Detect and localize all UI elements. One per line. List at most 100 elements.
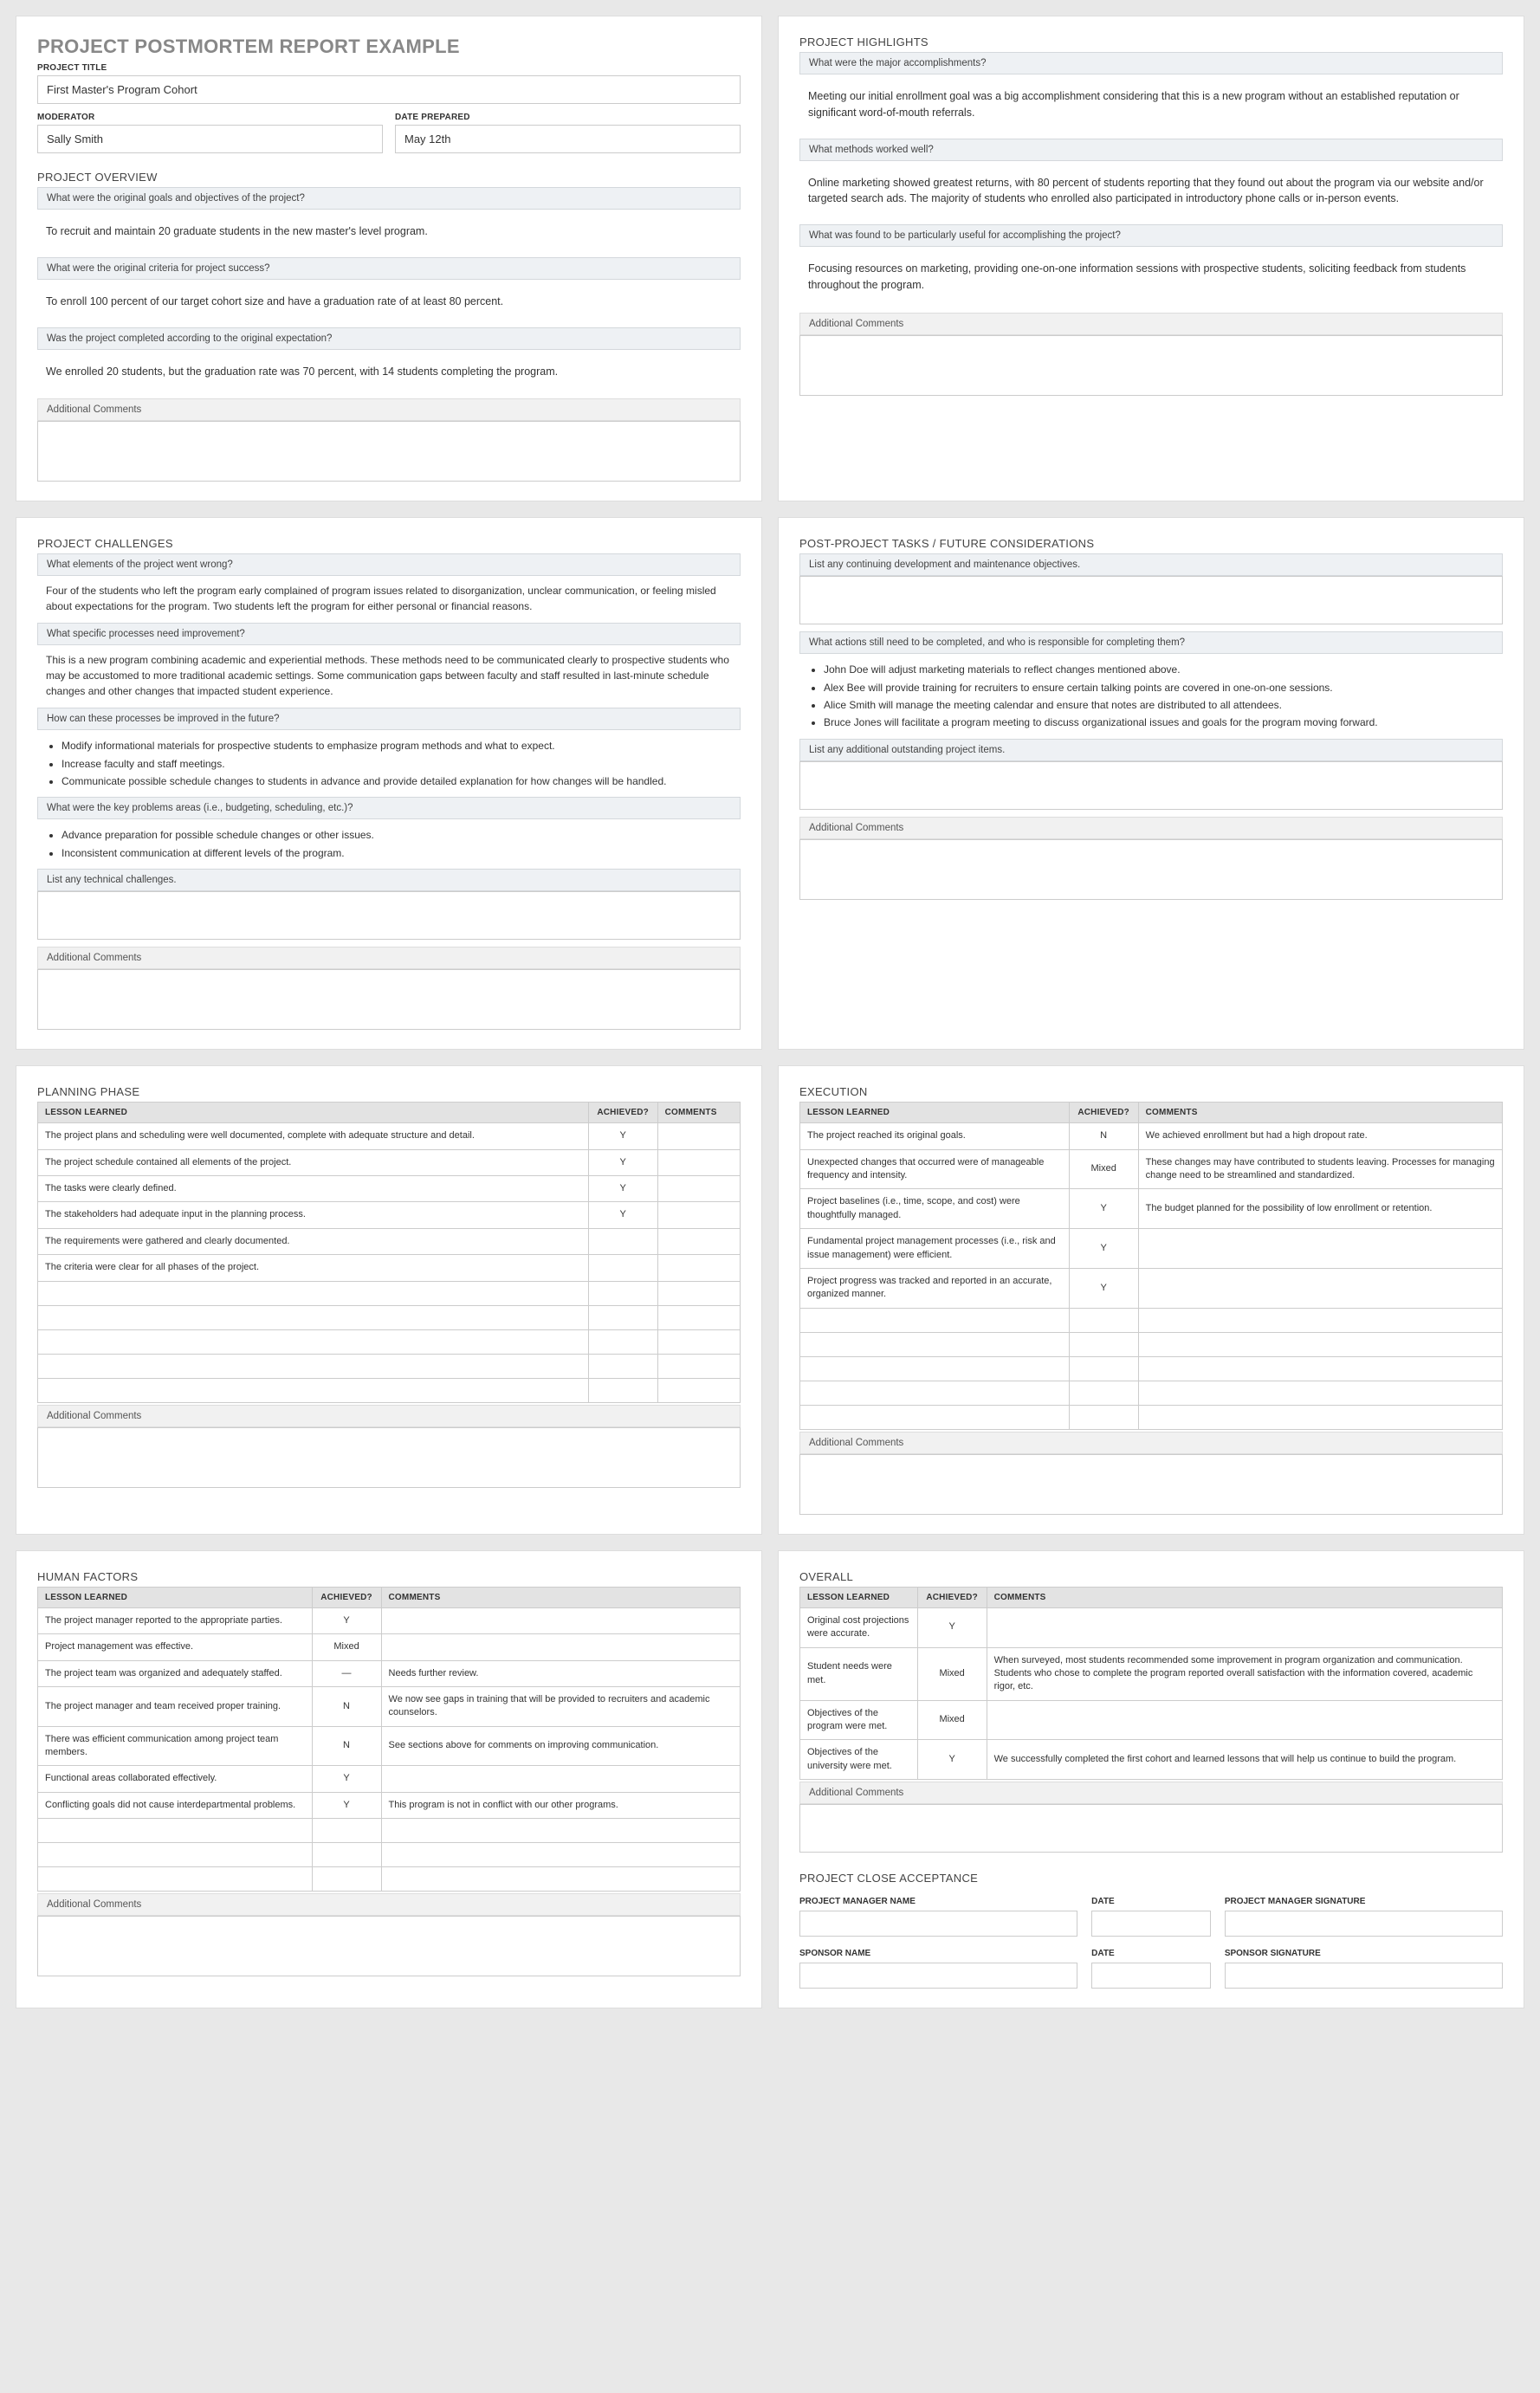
table-cell [657, 1228, 740, 1254]
table-cell [800, 1308, 1070, 1332]
card-overall: OVERALL LESSON LEARNED ACHIEVED? COMMENT… [778, 1550, 1524, 2009]
th-achieved: ACHIEVED? [312, 1587, 381, 1607]
sp-name-input[interactable] [799, 1963, 1077, 1989]
table-cell: Y [1069, 1189, 1138, 1229]
table-cell: The project plans and scheduling were we… [38, 1123, 589, 1149]
project-title-label: PROJECT TITLE [37, 63, 741, 73]
date-label: DATE PREPARED [395, 113, 741, 122]
table-row-empty [800, 1405, 1503, 1429]
table-cell [1138, 1308, 1502, 1332]
table-row: Fundamental project management processes… [800, 1229, 1503, 1269]
challenges-heading: PROJECT CHALLENGES [37, 537, 741, 550]
challenges-addl-box[interactable] [37, 969, 741, 1030]
table-row-empty [38, 1378, 741, 1402]
table-row: The project manager and team received pr… [38, 1686, 741, 1726]
planning-addl-box[interactable] [37, 1427, 741, 1488]
table-cell [657, 1255, 740, 1281]
overview-q2: What were the original criteria for proj… [37, 257, 741, 280]
overview-addl-box[interactable] [37, 421, 741, 482]
table-cell: Y [588, 1123, 657, 1149]
table-cell [1138, 1229, 1502, 1269]
table-cell: Mixed [1069, 1149, 1138, 1189]
table-cell: The project team was organized and adequ… [38, 1660, 313, 1686]
execution-addl-box[interactable] [799, 1454, 1503, 1515]
table-cell: Y [588, 1175, 657, 1201]
highlights-q3: What was found to be particularly useful… [799, 224, 1503, 247]
challenges-q5: List any technical challenges. [37, 869, 741, 891]
sp-sig-input[interactable] [1225, 1963, 1503, 1989]
table-cell [1069, 1308, 1138, 1332]
overview-addl-label: Additional Comments [37, 398, 741, 421]
th-achieved: ACHIEVED? [917, 1587, 987, 1607]
th-comments: COMMENTS [987, 1587, 1502, 1607]
table-row-empty [800, 1308, 1503, 1332]
table-row-empty [38, 1354, 741, 1378]
date-input[interactable]: May 12th [395, 125, 741, 153]
post-addl-box[interactable] [799, 839, 1503, 900]
table-cell [1138, 1356, 1502, 1381]
th-achieved: ACHIEVED? [588, 1103, 657, 1123]
execution-heading: EXECUTION [799, 1085, 1503, 1098]
card-execution: EXECUTION LESSON LEARNED ACHIEVED? COMME… [778, 1065, 1524, 1535]
highlights-q2: What methods worked well? [799, 139, 1503, 161]
post-q1: List any continuing development and main… [799, 553, 1503, 576]
pm-date-input[interactable] [1091, 1911, 1211, 1937]
overall-addl-box[interactable] [799, 1804, 1503, 1853]
table-cell: There was efficient communication among … [38, 1726, 313, 1766]
th-comments: COMMENTS [657, 1103, 740, 1123]
sp-sig-label: SPONSOR SIGNATURE [1225, 1949, 1503, 1958]
table-cell [38, 1843, 313, 1867]
highlights-a2: Online marketing showed greatest returns… [799, 161, 1503, 225]
table-cell [1069, 1332, 1138, 1356]
table-cell: The project reached its original goals. [800, 1123, 1070, 1149]
date-label-1: DATE [1091, 1897, 1211, 1906]
table-cell: Objectives of the program were met. [800, 1700, 918, 1740]
table-cell: The stakeholders had adequate input in t… [38, 1202, 589, 1228]
table-cell: The project schedule contained all eleme… [38, 1149, 589, 1175]
table-cell [800, 1381, 1070, 1405]
table-cell [987, 1700, 1502, 1740]
table-cell: Y [312, 1792, 381, 1818]
challenges-q4: What were the key problems areas (i.e., … [37, 797, 741, 819]
table-cell: Fundamental project management processes… [800, 1229, 1070, 1269]
overview-q1: What were the original goals and objecti… [37, 187, 741, 210]
table-cell [38, 1354, 589, 1378]
table-cell [588, 1281, 657, 1305]
pm-name-input[interactable] [799, 1911, 1077, 1937]
table-cell [1069, 1381, 1138, 1405]
card-human: HUMAN FACTORS LESSON LEARNED ACHIEVED? C… [16, 1550, 762, 2009]
sp-date-input[interactable] [1091, 1963, 1211, 1989]
pm-sig-input[interactable] [1225, 1911, 1503, 1937]
human-heading: HUMAN FACTORS [37, 1570, 741, 1583]
post-heading: POST-PROJECT TASKS / FUTURE CONSIDERATIO… [799, 537, 1503, 550]
project-title-input[interactable]: First Master's Program Cohort [37, 75, 741, 104]
table-cell: Unexpected changes that occurred were of… [800, 1149, 1070, 1189]
post-q2: What actions still need to be completed,… [799, 631, 1503, 654]
moderator-input[interactable]: Sally Smith [37, 125, 383, 153]
table-cell: Conflicting goals did not cause interdep… [38, 1792, 313, 1818]
list-item: Alex Bee will provide training for recru… [824, 679, 1503, 696]
sp-name-label: SPONSOR NAME [799, 1949, 1077, 1958]
table-cell: Objectives of the university were met. [800, 1740, 918, 1780]
planning-table: LESSON LEARNED ACHIEVED? COMMENTS The pr… [37, 1102, 741, 1402]
table-cell: Mixed [917, 1647, 987, 1700]
challenges-tech-box[interactable] [37, 891, 741, 940]
table-cell [38, 1819, 313, 1843]
table-cell [381, 1867, 740, 1892]
table-cell [312, 1819, 381, 1843]
table-cell: When surveyed, most students recommended… [987, 1647, 1502, 1700]
table-row-empty [800, 1381, 1503, 1405]
table-row: Objectives of the university were met.YW… [800, 1740, 1503, 1780]
table-row: The stakeholders had adequate input in t… [38, 1202, 741, 1228]
planning-heading: PLANNING PHASE [37, 1085, 741, 1098]
post-box3[interactable] [799, 761, 1503, 810]
table-cell [800, 1405, 1070, 1429]
table-cell [381, 1607, 740, 1633]
th-comments: COMMENTS [1138, 1103, 1502, 1123]
challenges-list-3: Modify informational materials for prosp… [37, 737, 741, 790]
highlights-addl-box[interactable] [799, 335, 1503, 396]
post-box1[interactable] [799, 576, 1503, 624]
table-cell [657, 1378, 740, 1402]
human-addl-box[interactable] [37, 1916, 741, 1976]
table-cell [657, 1329, 740, 1354]
